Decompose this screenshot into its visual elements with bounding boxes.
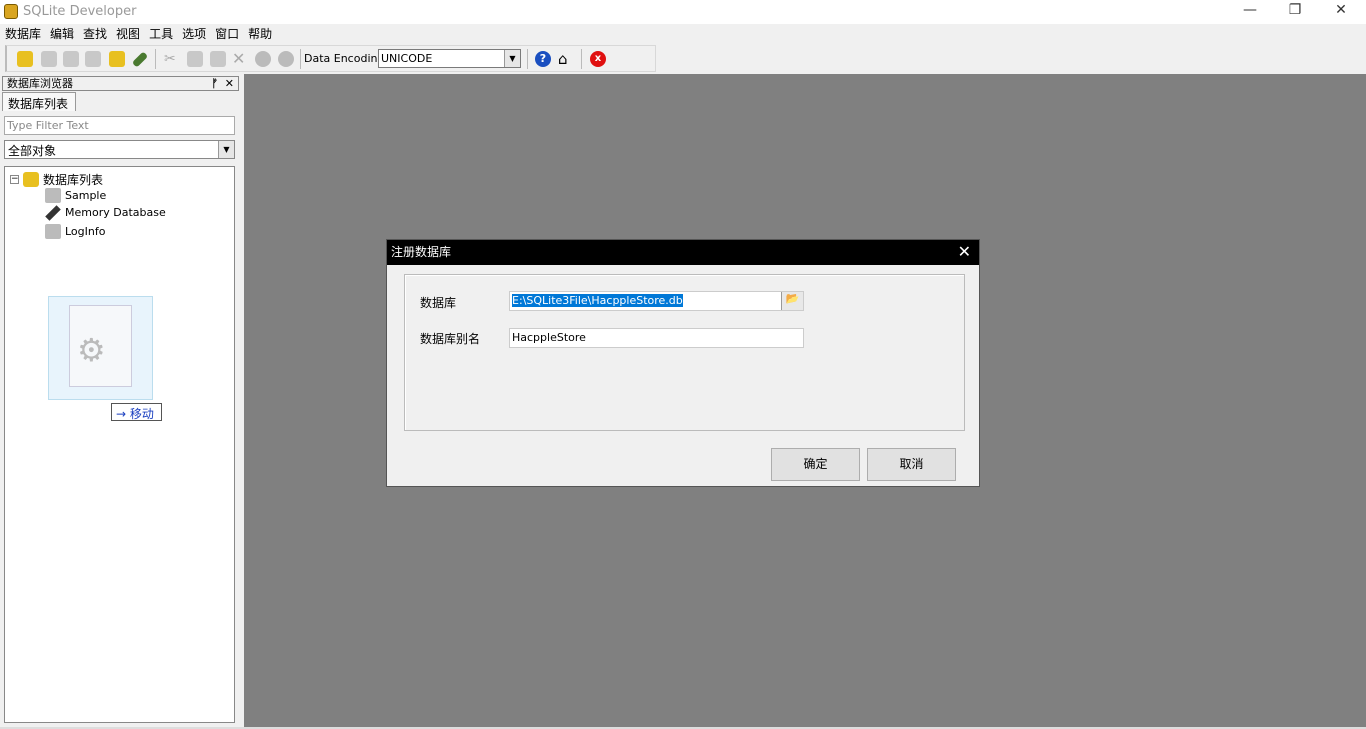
- tree-item-label: Sample: [65, 189, 107, 202]
- ok-button[interactable]: 确定: [771, 448, 860, 481]
- toolbar: ✂ ✕ Data Encoding: UNICODE ▼ ? ⌂ x: [5, 45, 656, 72]
- dialog-title-bar: 注册数据库 ✕: [387, 240, 979, 265]
- close-panel-icon[interactable]: ✕: [225, 77, 234, 90]
- menu-view[interactable]: 视图: [116, 24, 140, 44]
- home-icon[interactable]: ⌂: [558, 51, 574, 67]
- menu-window[interactable]: 窗口: [215, 24, 239, 44]
- cut-icon[interactable]: ✂: [164, 51, 180, 67]
- databases-icon[interactable]: [109, 51, 125, 67]
- drag-move-tooltip: → 移动: [111, 403, 162, 421]
- collapse-icon[interactable]: −: [10, 175, 19, 184]
- copy-icon[interactable]: [187, 51, 203, 67]
- minimize-button[interactable]: —: [1235, 2, 1265, 18]
- menu-bar: 数据库 编辑 查找 视图 工具 选项 窗口 帮助: [0, 24, 1366, 44]
- menu-tools[interactable]: 工具: [149, 24, 173, 44]
- gear-icon: ⚙: [77, 331, 106, 369]
- object-filter-select[interactable]: 全部对象 ▼: [4, 140, 235, 159]
- database-icon: [45, 188, 61, 203]
- database-label: 数据库: [420, 296, 457, 310]
- panel-header: 数据库浏览器 ᚠ ✕: [2, 76, 239, 91]
- memory-icon[interactable]: [131, 51, 149, 68]
- register-database-dialog: 注册数据库 ✕ 数据库 E:\SQLite3File\HacppleStore.d…: [386, 239, 980, 487]
- drag-preview: ⚙: [48, 296, 153, 400]
- filter-input[interactable]: Type Filter Text: [4, 116, 235, 135]
- panel-title: 数据库浏览器: [7, 77, 73, 90]
- tree-item-loginfo[interactable]: LogInfo: [45, 224, 105, 239]
- help-icon[interactable]: ?: [535, 51, 551, 67]
- encoding-value: UNICODE: [381, 52, 433, 65]
- open-database-icon[interactable]: [41, 51, 57, 67]
- menu-find[interactable]: 查找: [83, 24, 107, 44]
- object-filter-value: 全部对象: [8, 144, 57, 158]
- exit-icon[interactable]: x: [590, 51, 606, 67]
- menu-options[interactable]: 选项: [182, 24, 206, 44]
- delete-icon[interactable]: ✕: [232, 51, 248, 67]
- tab-database-list[interactable]: 数据库列表: [2, 92, 76, 111]
- paste-icon[interactable]: [210, 51, 226, 67]
- title-bar: SQLite Developer — ❐ ✕: [0, 0, 1366, 24]
- chevron-down-icon[interactable]: ▼: [504, 50, 520, 67]
- menu-help[interactable]: 帮助: [248, 24, 272, 44]
- move-label: 移动: [129, 407, 154, 421]
- encoding-label: Data Encoding:: [304, 52, 389, 65]
- dialog-title: 注册数据库: [391, 245, 452, 259]
- add-database-icon[interactable]: [17, 51, 33, 67]
- menu-database[interactable]: 数据库: [5, 24, 41, 44]
- pin-icon[interactable]: ᚠ: [211, 77, 218, 90]
- tree-item-label: Memory Database: [65, 206, 166, 219]
- chevron-down-icon[interactable]: ▼: [218, 141, 234, 158]
- tree-root[interactable]: − 数据库列表: [10, 171, 103, 188]
- tree-root-label: 数据库列表: [43, 173, 104, 187]
- app-logo-icon: [4, 4, 18, 19]
- memory-icon: [45, 204, 61, 221]
- restore-button[interactable]: ❐: [1280, 2, 1310, 18]
- tree-item-label: LogInfo: [65, 225, 106, 238]
- database-browser-panel: 数据库浏览器 ᚠ ✕ 数据库列表 Type Filter Text 全部对象 ▼ …: [0, 74, 242, 727]
- disconnect-icon[interactable]: [85, 51, 101, 67]
- browse-folder-icon[interactable]: 📂: [781, 292, 803, 310]
- database-list-icon: [23, 172, 39, 187]
- cancel-button[interactable]: 取消: [867, 448, 956, 481]
- database-path-value: E:\SQLite3File\HacppleStore.db: [512, 294, 683, 307]
- arrow-right-icon: →: [116, 407, 127, 421]
- close-button[interactable]: ✕: [1326, 2, 1356, 18]
- menu-edit[interactable]: 编辑: [50, 24, 74, 44]
- database-path-input[interactable]: E:\SQLite3File\HacppleStore.db 📂: [509, 291, 804, 311]
- redo-icon[interactable]: [278, 51, 294, 67]
- alias-label: 数据库别名: [420, 332, 481, 346]
- encoding-select[interactable]: UNICODE ▼: [378, 49, 521, 68]
- undo-icon[interactable]: [255, 51, 271, 67]
- dialog-close-button[interactable]: ✕: [958, 240, 971, 264]
- tree-item-sample[interactable]: Sample: [45, 188, 106, 203]
- database-properties-icon[interactable]: [63, 51, 79, 67]
- alias-input[interactable]: HacppleStore: [509, 328, 804, 348]
- database-icon: [45, 224, 61, 239]
- tree-item-memory-database[interactable]: Memory Database: [45, 204, 166, 221]
- database-tree: − 数据库列表 Sample Memory Database LogInfo: [4, 166, 235, 723]
- window-title: SQLite Developer: [23, 4, 137, 19]
